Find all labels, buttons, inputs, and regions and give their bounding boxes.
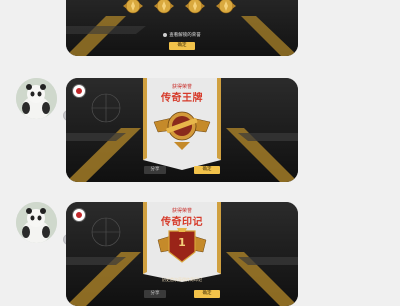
confirm-button[interactable]: 确定 [194,290,220,298]
panda-avatar-icon [16,78,57,119]
share-button[interactable]: 分享 [144,290,166,298]
honor-banner: 获得荣誉 传奇印记 1 [143,202,221,282]
unlock-note-text: 查看解锁的荣誉 [169,33,201,38]
badge-number: 1 [178,236,186,249]
info-icon [163,32,168,37]
avatar[interactable] [16,78,57,119]
achievement-card-legend-ace[interactable]: 获得荣誉 传奇王牌 分享 确定 [66,78,298,182]
confirm-button[interactable]: 确定 [169,42,195,50]
badge-caption: 历史首次获得传奇印记 [162,277,202,282]
confirm-button[interactable]: 确定 [194,166,220,174]
honor-banner: 获得荣誉 传奇王牌 [143,78,221,170]
avatar[interactable] [16,202,57,243]
banner-title: 传奇王牌 [161,93,203,104]
medal-row-icons [123,0,236,14]
achievement-card-legend-mark[interactable]: 获得荣誉 传奇印记 1 历史首次获得传奇印记 分享 确定 [66,202,298,306]
banner-title: 传奇印记 [161,217,203,228]
game-logo-icon [72,208,86,222]
achievement-card-top[interactable]: 查看解锁的荣誉 确定 [66,0,298,56]
share-button[interactable]: 分享 [144,166,166,174]
panda-avatar-icon [16,202,57,243]
game-logo-icon [72,84,86,98]
unlock-note: 查看解锁的荣誉 [136,32,228,38]
winged-medal-icon [153,111,211,150]
